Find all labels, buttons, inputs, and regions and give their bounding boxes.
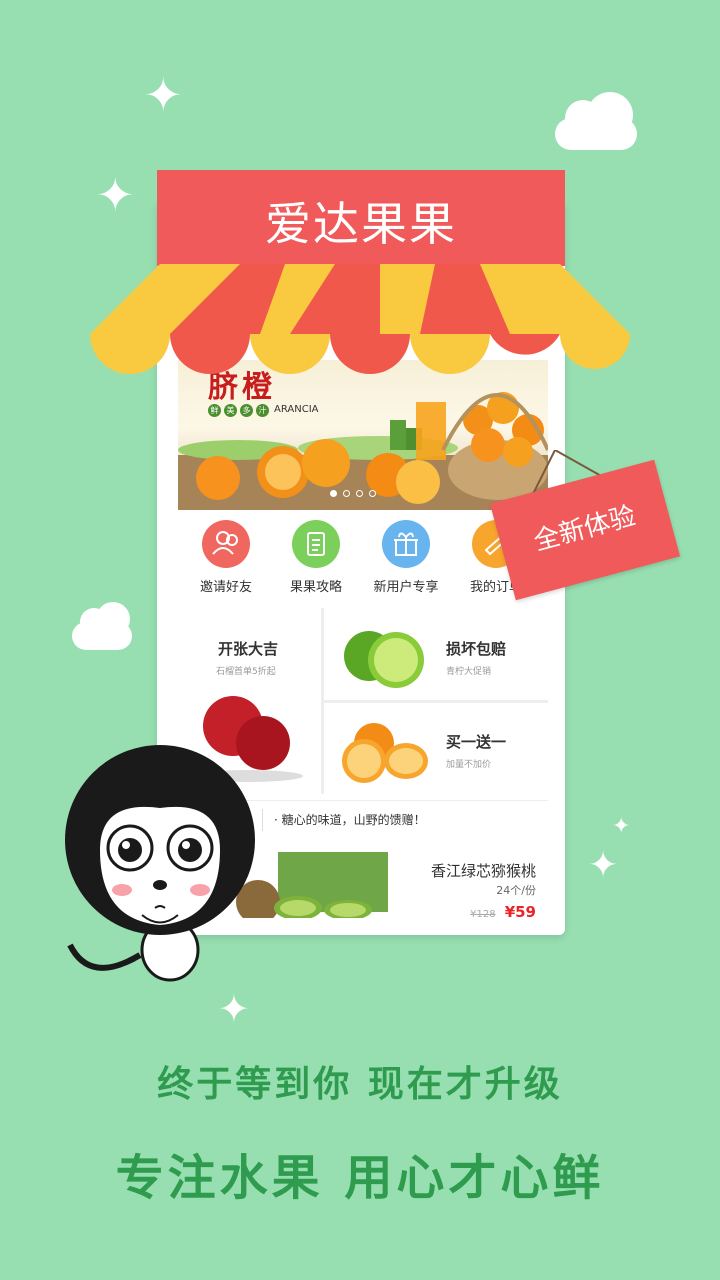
promo-title: 买一送一 xyxy=(446,733,507,751)
promo-subtitle: 青柠大促销 xyxy=(446,667,492,677)
lime-image xyxy=(344,631,424,688)
banner-subtitle: ARANCIA xyxy=(274,404,319,415)
banner-chip: 汁 xyxy=(256,404,269,417)
icon-label: 新用户专享 xyxy=(373,580,439,595)
promo-subtitle: 石榴首单5折起 xyxy=(216,667,276,677)
promo-title: 开张大吉 xyxy=(218,640,279,658)
product-price-row: ¥128 ¥59 xyxy=(470,902,536,918)
orange-image xyxy=(342,723,428,783)
carousel-dot[interactable] xyxy=(369,490,376,497)
clipboard-icon xyxy=(292,520,340,568)
tagline-primary: 终于等到你 现在才升级 xyxy=(157,1064,563,1105)
new-experience-label: 全新体验 xyxy=(530,501,639,557)
carousel-dot[interactable] xyxy=(330,490,337,497)
sparkle-icon: ✦ xyxy=(218,987,250,1031)
promo-card[interactable]: 买一送一 加量不加价 xyxy=(324,703,548,794)
banner-chip: 美 xyxy=(224,404,237,417)
product-name: 香江绿芯猕猴桃 xyxy=(430,862,536,880)
banner-carousel[interactable]: 脐橙 鲜 美 多 汁 ARANCIA xyxy=(178,360,548,510)
icon-label: 果果攻略 xyxy=(289,580,342,595)
promo-card[interactable]: 损坏包赔 青柠大促销 xyxy=(324,608,548,700)
banner-chip: 多 xyxy=(240,404,253,417)
notice-text: · 糖心的味道，山野的馈赠！ xyxy=(274,813,426,827)
product-spec: 24个/份 xyxy=(496,884,536,897)
sparkle-icon: ✦ xyxy=(612,814,631,839)
product-price: ¥59 xyxy=(504,903,536,918)
icon-label: 邀请好友 xyxy=(199,580,252,595)
carousel-dots[interactable] xyxy=(330,490,376,497)
sparkle-icon: ✦ xyxy=(588,845,619,886)
cloud-icon xyxy=(555,92,637,150)
banner-chips: 鲜 美 多 汁 xyxy=(208,404,269,417)
awning xyxy=(90,264,630,374)
fruit-guide-button[interactable]: 果果攻略 xyxy=(276,520,356,595)
notice-divider xyxy=(262,809,263,831)
carousel-dot[interactable] xyxy=(356,490,363,497)
carousel-dot[interactable] xyxy=(343,490,350,497)
shortcut-row: 邀请好友 果果攻略 新用户专享 我的订单 xyxy=(178,520,548,600)
gift-icon xyxy=(382,520,430,568)
promo-title: 损坏包赔 xyxy=(446,640,507,658)
sparkle-icon: ✦ xyxy=(144,68,183,122)
store-sign: 爱达果果 xyxy=(157,170,565,266)
banner-chip: 鲜 xyxy=(208,404,221,417)
tagline-secondary: 专注水果 用心才心鲜 xyxy=(115,1150,605,1206)
invite-friends-button[interactable]: 邀请好友 xyxy=(186,520,266,595)
new-user-button[interactable]: 新用户专享 xyxy=(366,520,446,595)
promo-subtitle: 加量不加价 xyxy=(446,760,492,770)
monkey-mascot xyxy=(65,745,255,982)
sparkle-icon: ✦ xyxy=(96,168,135,222)
store-name: 爱达果果 xyxy=(265,197,457,251)
product-old-price: ¥128 xyxy=(470,909,496,918)
cloud-icon xyxy=(72,602,132,650)
people-icon xyxy=(202,520,250,568)
